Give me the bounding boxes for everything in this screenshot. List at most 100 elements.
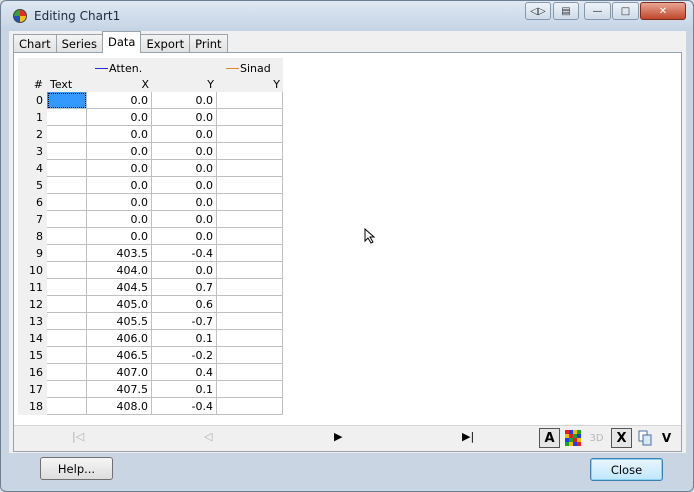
x-cell[interactable]: 407.5 xyxy=(87,381,152,398)
y2-cell[interactable] xyxy=(217,262,283,279)
color-grid-icon[interactable] xyxy=(562,428,583,448)
table-row[interactable]: 13 405.5 -0.7 xyxy=(18,313,283,330)
y-cell[interactable]: 0.7 xyxy=(152,279,217,296)
text-cell[interactable] xyxy=(47,381,87,398)
close-window-button[interactable]: ✕ xyxy=(640,2,686,20)
text-cell[interactable] xyxy=(47,347,87,364)
table-row[interactable]: 5 0.0 0.0 xyxy=(18,177,283,194)
font-button[interactable]: A xyxy=(539,428,560,448)
y2-cell[interactable] xyxy=(217,228,283,245)
text-cell[interactable] xyxy=(47,126,87,143)
y-cell[interactable]: -0.7 xyxy=(152,313,217,330)
tab-series[interactable]: Series xyxy=(55,34,103,53)
x-cell[interactable]: 408.0 xyxy=(87,398,152,415)
tab-data[interactable]: Data xyxy=(101,31,142,53)
text-cell[interactable] xyxy=(47,262,87,279)
text-cell[interactable] xyxy=(47,194,87,211)
y2-cell[interactable] xyxy=(217,126,283,143)
y-cell[interactable]: 0.1 xyxy=(152,330,217,347)
close-button[interactable]: Close xyxy=(590,458,663,481)
text-cell[interactable] xyxy=(47,143,87,160)
table-row[interactable]: 15 406.5 -0.2 xyxy=(18,347,283,364)
x-cell[interactable]: 0.0 xyxy=(87,228,152,245)
table-row[interactable]: 2 0.0 0.0 xyxy=(18,126,283,143)
text-cell[interactable] xyxy=(47,177,87,194)
y-cell[interactable]: 0.1 xyxy=(152,381,217,398)
x-cell[interactable]: 0.0 xyxy=(87,126,152,143)
y-cell[interactable]: 0.0 xyxy=(152,160,217,177)
x-cell[interactable]: 406.5 xyxy=(87,347,152,364)
tab-chart[interactable]: Chart xyxy=(13,34,57,53)
text-cell[interactable] xyxy=(47,296,87,313)
minimize-button[interactable]: — xyxy=(584,2,611,20)
y-cell[interactable]: 0.0 xyxy=(152,126,217,143)
y2-cell[interactable] xyxy=(217,313,283,330)
text-cell[interactable] xyxy=(47,92,87,109)
y2-cell[interactable] xyxy=(217,177,283,194)
y2-cell[interactable] xyxy=(217,279,283,296)
first-record-button[interactable]: |◁ xyxy=(72,430,84,443)
table-row[interactable]: 10 404.0 0.0 xyxy=(18,262,283,279)
delete-button[interactable]: X xyxy=(611,428,632,448)
text-cell[interactable] xyxy=(47,160,87,177)
y2-cell[interactable] xyxy=(217,92,283,109)
table-row[interactable]: 14 406.0 0.1 xyxy=(18,330,283,347)
x-cell[interactable]: 0.0 xyxy=(87,109,152,126)
table-row[interactable]: 6 0.0 0.0 xyxy=(18,194,283,211)
x-cell[interactable]: 0.0 xyxy=(87,160,152,177)
text-cell[interactable] xyxy=(47,211,87,228)
data-grid[interactable]: Atten. Sinad # Text X Y Y 0 0.0 0.0 1 0.0 0.0… xyxy=(18,58,283,415)
x-cell[interactable]: 407.0 xyxy=(87,364,152,381)
y-cell[interactable]: -0.4 xyxy=(152,245,217,262)
threed-button[interactable]: 3D xyxy=(586,428,607,448)
x-cell[interactable]: 404.5 xyxy=(87,279,152,296)
y2-cell[interactable] xyxy=(217,296,283,313)
table-row[interactable]: 11 404.5 0.7 xyxy=(18,279,283,296)
y-cell[interactable]: 0.6 xyxy=(152,296,217,313)
y2-cell[interactable] xyxy=(217,194,283,211)
copy-icon[interactable] xyxy=(634,428,655,448)
x-cell[interactable]: 404.0 xyxy=(87,262,152,279)
table-row[interactable]: 7 0.0 0.0 xyxy=(18,211,283,228)
table-row[interactable]: 1 0.0 0.0 xyxy=(18,109,283,126)
text-cell[interactable] xyxy=(47,364,87,381)
x-cell[interactable]: 405.0 xyxy=(87,296,152,313)
y-cell[interactable]: 0.0 xyxy=(152,228,217,245)
x-cell[interactable]: 0.0 xyxy=(87,143,152,160)
text-cell[interactable] xyxy=(47,313,87,330)
y2-cell[interactable] xyxy=(217,109,283,126)
table-row[interactable]: 12 405.0 0.6 xyxy=(18,296,283,313)
x-cell[interactable]: 0.0 xyxy=(87,211,152,228)
y-cell[interactable]: 0.0 xyxy=(152,92,217,109)
tab-print[interactable]: Print xyxy=(189,34,228,53)
last-record-button[interactable]: ▶| xyxy=(462,430,474,443)
next-record-button[interactable]: ▶ xyxy=(334,430,342,443)
y-cell[interactable]: 0.0 xyxy=(152,143,217,160)
y2-cell[interactable] xyxy=(217,211,283,228)
y2-cell[interactable] xyxy=(217,398,283,415)
prior-record-button[interactable]: ◁ xyxy=(204,430,212,443)
x-cell[interactable]: 405.5 xyxy=(87,313,152,330)
x-cell[interactable]: 406.0 xyxy=(87,330,152,347)
text-cell[interactable] xyxy=(47,245,87,262)
table-row[interactable]: 0 0.0 0.0 xyxy=(18,92,283,109)
text-cell[interactable] xyxy=(47,398,87,415)
table-row[interactable]: 17 407.5 0.1 xyxy=(18,381,283,398)
text-cell[interactable] xyxy=(47,279,87,296)
y-cell[interactable]: 0.0 xyxy=(152,177,217,194)
help-button[interactable]: Help... xyxy=(40,457,113,480)
x-cell[interactable]: 403.5 xyxy=(87,245,152,262)
y-cell[interactable]: 0.4 xyxy=(152,364,217,381)
x-cell[interactable]: 0.0 xyxy=(87,92,152,109)
y2-cell[interactable] xyxy=(217,160,283,177)
text-cell[interactable] xyxy=(47,109,87,126)
y2-cell[interactable] xyxy=(217,347,283,364)
maximize-button[interactable]: □ xyxy=(612,2,639,20)
y-cell[interactable]: -0.2 xyxy=(152,347,217,364)
y-cell[interactable]: 0.0 xyxy=(152,109,217,126)
y-cell[interactable]: 0.0 xyxy=(152,211,217,228)
table-row[interactable]: 18 408.0 -0.4 xyxy=(18,398,283,415)
y-cell[interactable]: 0.0 xyxy=(152,194,217,211)
text-cell[interactable] xyxy=(47,330,87,347)
y-cell[interactable]: 0.0 xyxy=(152,262,217,279)
